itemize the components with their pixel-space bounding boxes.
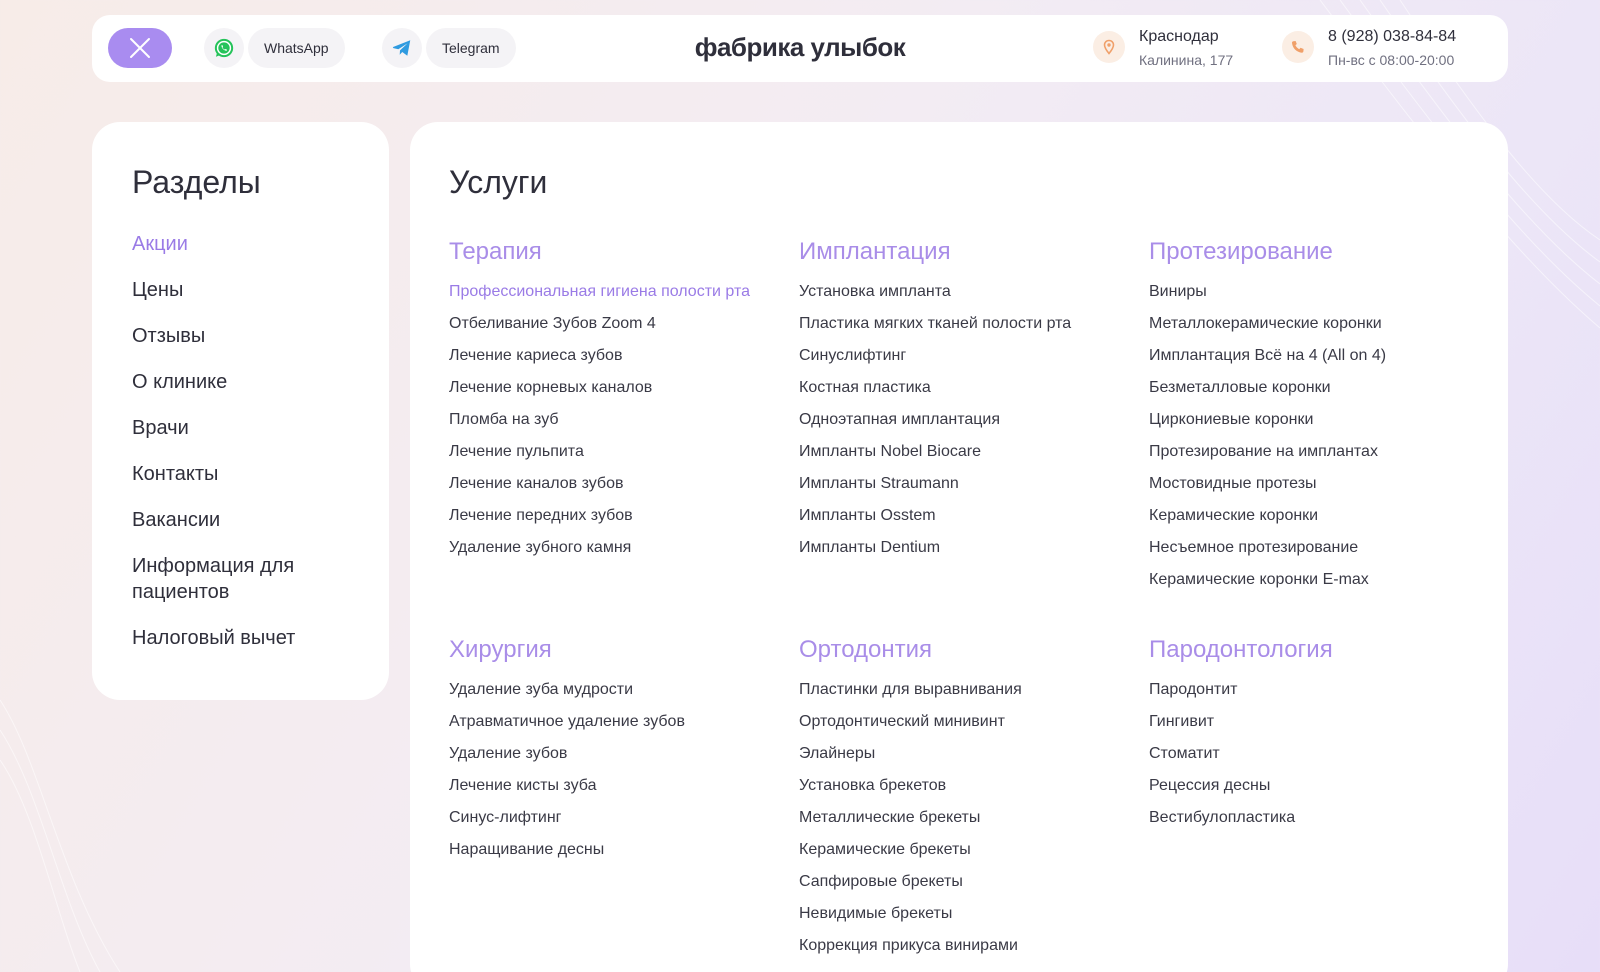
service-link[interactable]: Керамические коронки [1149,504,1459,528]
location-icon-wrap [1093,31,1125,63]
address-text: Калинина, 177 [1139,52,1234,68]
service-link[interactable]: Коррекция прикуса винирами [799,934,1109,958]
sidebar-item-tax-deduction[interactable]: Налоговый вычет [132,625,352,651]
category-prosthetics: Протезирование Виниры Металлокерамически… [1149,238,1459,600]
service-link[interactable]: Мостовидные протезы [1149,472,1459,496]
service-link[interactable]: Протезирование на имплантах [1149,440,1459,464]
service-link[interactable]: Установка брекетов [799,774,1109,798]
service-link[interactable]: Циркониевые коронки [1149,408,1459,432]
service-link[interactable]: Имплантация Всё на 4 (All on 4) [1149,344,1459,368]
top-bar: WhatsApp Telegram фабрика улыбок Краснод… [92,15,1508,82]
sections-card: Разделы Акции Цены Отзывы О клинике Врач… [92,122,389,700]
service-link[interactable]: Пластинки для выравнивания [799,678,1109,702]
service-link[interactable]: Сапфировые брекеты [799,870,1109,894]
service-link[interactable]: Стоматит [1149,742,1459,766]
service-link[interactable]: Безметалловые коронки [1149,376,1459,400]
working-hours: Пн-вс с 08:00-20:00 [1328,52,1455,68]
service-link[interactable]: Пломба на зуб [449,408,759,432]
service-link[interactable]: Удаление зубного камня [449,536,759,560]
phone-number: 8 (928) 038-84-84 [1328,28,1457,45]
service-link[interactable]: Невидимые брекеты [799,902,1109,926]
location-pin-icon [1103,39,1115,55]
service-link[interactable]: Рецессия десны [1149,774,1459,798]
sidebar-item-reviews[interactable]: Отзывы [132,323,352,349]
service-link[interactable]: Наращивание десны [449,838,759,862]
service-link[interactable]: Удаление зуба мудрости [449,678,759,702]
service-link[interactable]: Импланты Dentium [799,536,1109,560]
category-orthodontics: Ортодонтия Пластинки для выравнивания Ор… [799,636,1109,966]
service-link[interactable]: Керамические коронки E-max [1149,568,1459,592]
service-link[interactable]: Гингивит [1149,710,1459,734]
sidebar-item-patient-info[interactable]: Информация для пациентов [132,553,352,605]
category-title[interactable]: Протезирование [1149,238,1459,266]
phone-block[interactable]: 8 (928) 038-84-84 Пн-вс с 08:00-20:00 [1282,27,1456,70]
category-title[interactable]: Терапия [449,238,759,266]
service-link[interactable]: Костная пластика [799,376,1109,400]
phone-icon-wrap [1282,31,1314,63]
category-implantation: Имплантация Установка импланта Пластика … [799,238,1109,568]
service-link[interactable]: Вестибулопластика [1149,806,1459,830]
service-link[interactable]: Синуслифтинг [799,344,1109,368]
service-link[interactable]: Импланты Straumann [799,472,1109,496]
category-title[interactable]: Хирургия [449,636,759,664]
service-link[interactable]: Виниры [1149,280,1459,304]
sidebar-item-prices[interactable]: Цены [132,277,352,303]
service-link[interactable]: Импланты Osstem [799,504,1109,528]
service-link[interactable]: Керамические брекеты [799,838,1109,862]
service-link[interactable]: Лечение пульпита [449,440,759,464]
sidebar-item-doctors[interactable]: Врачи [132,415,352,441]
service-link[interactable]: Ортодонтический минивинт [799,710,1109,734]
sidebar-item-about-clinic[interactable]: О клинике [132,369,352,395]
service-link[interactable]: Установка импланта [799,280,1109,304]
service-link[interactable]: Несъемное протезирование [1149,536,1459,560]
service-link[interactable]: Металлические брекеты [799,806,1109,830]
service-link[interactable]: Лечение передних зубов [449,504,759,528]
service-link[interactable]: Лечение кисты зуба [449,774,759,798]
sidebar-item-contacts[interactable]: Контакты [132,461,352,487]
address-block[interactable]: Краснодар Калинина, 177 [1093,27,1233,70]
sidebar-item-promotions[interactable]: Акции [132,231,352,257]
sections-title: Разделы [132,164,261,200]
services-card: Услуги Терапия Профессиональная гигиена … [410,122,1508,972]
service-link[interactable]: Синус-лифтинг [449,806,759,830]
category-title[interactable]: Пародонтология [1149,636,1459,664]
service-link[interactable]: Металлокерамические коронки [1149,312,1459,336]
service-link[interactable]: Лечение кариеса зубов [449,344,759,368]
category-title[interactable]: Имплантация [799,238,1109,266]
category-title[interactable]: Ортодонтия [799,636,1109,664]
service-link[interactable]: Отбеливание Зубов Zoom 4 [449,312,759,336]
service-link[interactable]: Лечение каналов зубов [449,472,759,496]
service-link[interactable]: Одноэтапная имплантация [799,408,1109,432]
sidebar-item-vacancies[interactable]: Вакансии [132,507,352,533]
category-periodontology: Пародонтология Пародонтит Гингивит Стома… [1149,636,1459,838]
service-link[interactable]: Удаление зубов [449,742,759,766]
category-therapy: Терапия Профессиональная гигиена полости… [449,238,759,568]
phone-icon [1291,41,1304,53]
service-link[interactable]: Пародонтит [1149,678,1459,702]
service-link[interactable]: Пластика мягких тканей полости рта [799,312,1109,336]
service-link[interactable]: Элайнеры [799,742,1109,766]
service-link[interactable]: Атравматичное удаление зубов [449,710,759,734]
city-text: Краснодар [1139,28,1219,45]
service-link[interactable]: Профессиональная гигиена полости рта [449,280,759,304]
service-link[interactable]: Лечение корневых каналов [449,376,759,400]
service-link[interactable]: Импланты Nobel Biocare [799,440,1109,464]
services-title: Услуги [449,164,548,200]
category-surgery: Хирургия Удаление зуба мудрости Атравмат… [449,636,759,870]
